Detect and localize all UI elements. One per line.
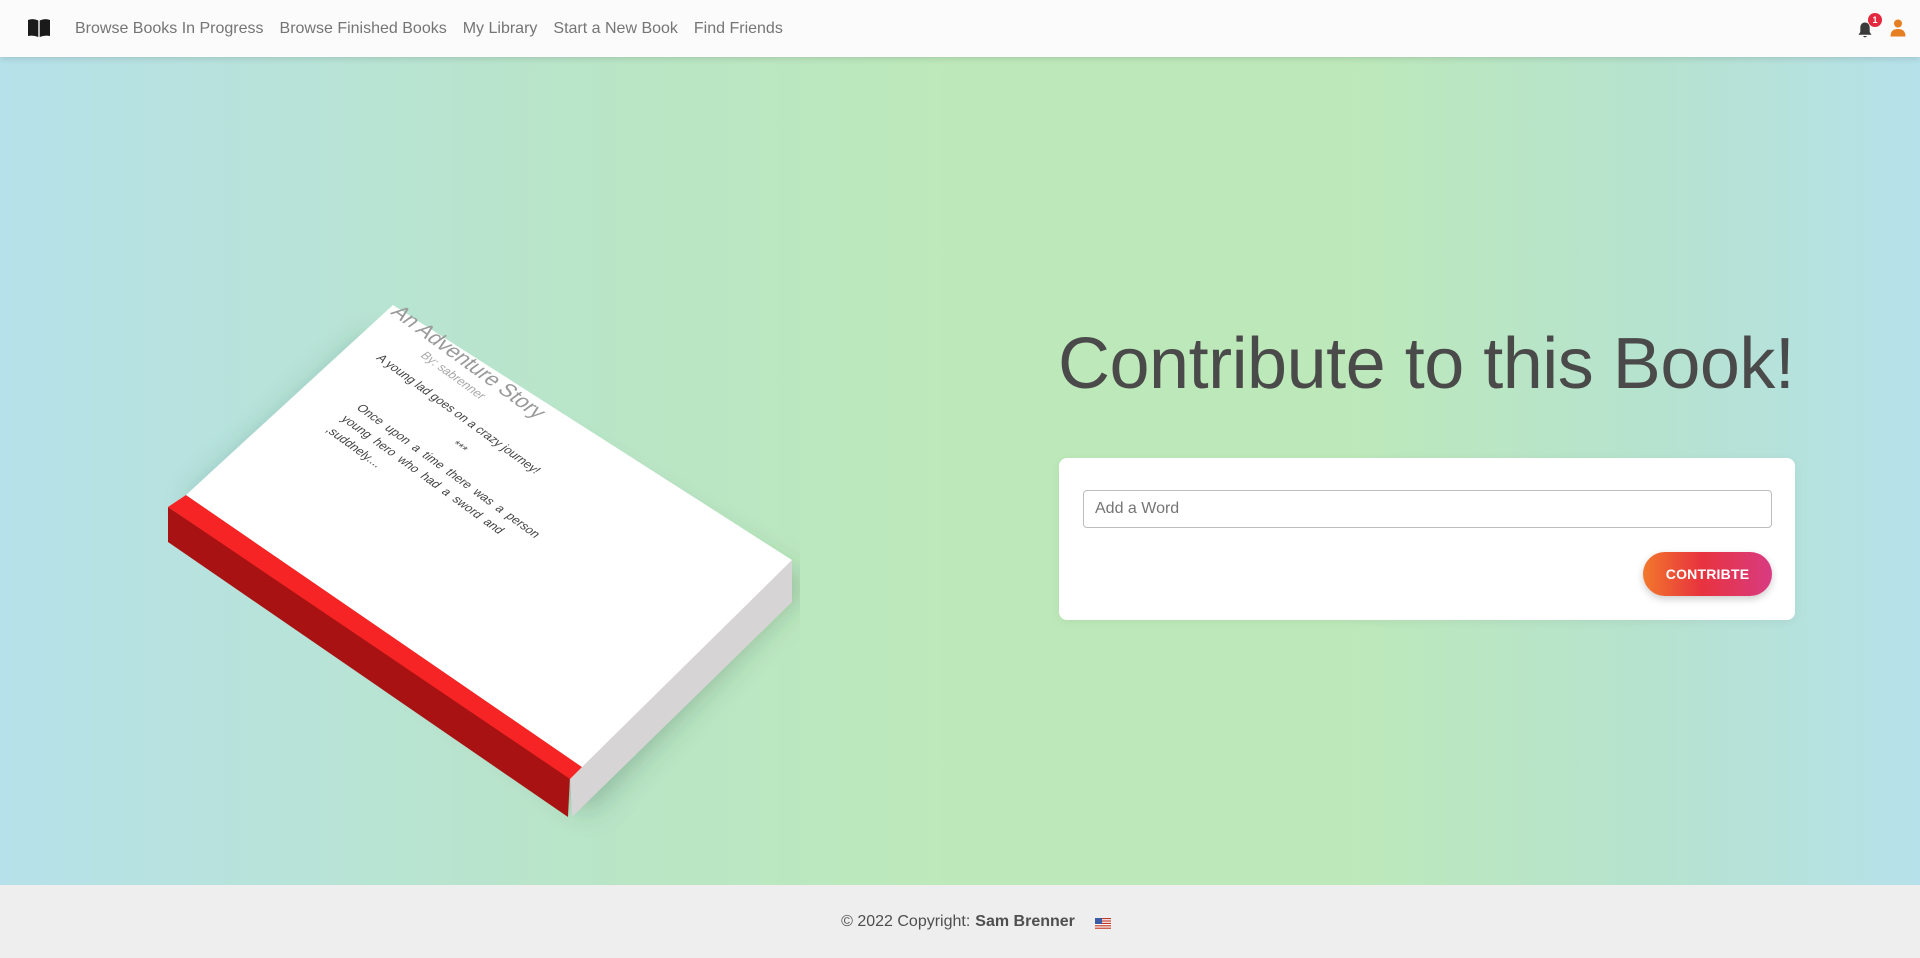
footer-author-link[interactable]: Sam Brenner [975, 913, 1075, 931]
page-title: Contribute to this Book! [1058, 324, 1795, 404]
footer: © 2022 Copyright: Sam Brenner [0, 885, 1920, 958]
user-icon[interactable] [1890, 19, 1908, 39]
top-navbar: Browse Books In Progress Browse Finished… [0, 0, 1920, 57]
book-illustration: An Adventure Story By: sabrenner A young… [160, 267, 800, 867]
nav-link-browse-in-progress[interactable]: Browse Books In Progress [67, 20, 272, 38]
bell-icon[interactable]: 1 [1858, 12, 1882, 39]
nav-link-start-new-book[interactable]: Start a New Book [545, 20, 686, 38]
contribute-card: CONTRIBTE [1059, 458, 1795, 620]
nav-link-find-friends[interactable]: Find Friends [686, 20, 791, 38]
main-content: An Adventure Story By: sabrenner A young… [0, 57, 1920, 885]
contribute-button[interactable]: CONTRIBTE [1643, 552, 1772, 596]
notification-badge: 1 [1868, 12, 1882, 27]
nav-link-my-library[interactable]: My Library [455, 20, 546, 38]
us-flag-icon[interactable] [1094, 916, 1111, 929]
nav-links: Browse Books In Progress Browse Finished… [67, 0, 791, 57]
book-open-icon[interactable] [27, 18, 51, 38]
footer-copyright: © 2022 Copyright: [841, 912, 971, 930]
nav-link-browse-finished[interactable]: Browse Finished Books [272, 20, 455, 38]
footer-inner: © 2022 Copyright: Sam Brenner [841, 913, 1111, 931]
nav-right: 1 [1858, 0, 1908, 57]
add-word-input[interactable] [1083, 490, 1772, 528]
